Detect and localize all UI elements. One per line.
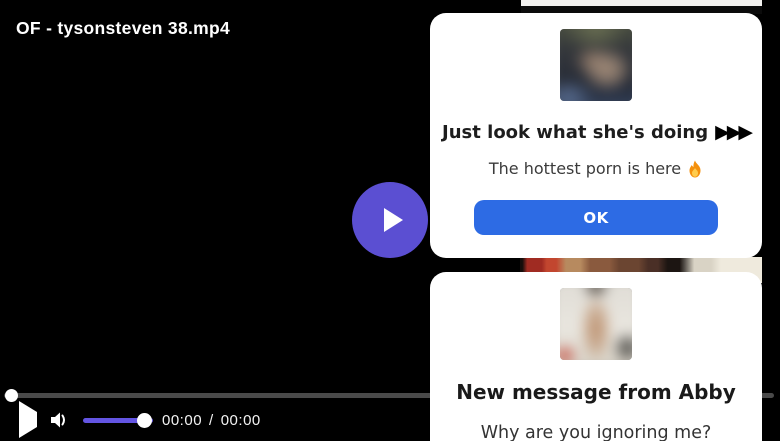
popup-headline: New message from Abby bbox=[456, 380, 736, 404]
popup-headline: Just look what she's doing ▶▶▶ bbox=[430, 121, 762, 144]
seek-thumb[interactable] bbox=[5, 389, 18, 402]
ad-popup-offer[interactable]: Just look what she's doing ▶▶▶ The hotte… bbox=[430, 13, 762, 258]
popup-body: Why are you ignoring me? bbox=[480, 423, 712, 441]
ok-button[interactable]: OK bbox=[474, 200, 718, 235]
duration: 00:00 bbox=[220, 412, 261, 429]
popup-subtitle: The hottest porn is here bbox=[430, 159, 762, 179]
volume-button[interactable] bbox=[49, 410, 71, 430]
time-separator: / bbox=[209, 412, 214, 429]
volume-thumb[interactable] bbox=[137, 413, 152, 428]
thumbnail-image-placeholder bbox=[560, 29, 632, 101]
video-page: OF - tysonsteven 38.mp4 00:00 / 00:00 Ju… bbox=[0, 0, 780, 441]
time-display: 00:00 / 00:00 bbox=[162, 412, 261, 429]
background-image-fragment-top bbox=[521, 0, 762, 14]
play-button[interactable] bbox=[15, 400, 39, 438]
speaker-icon bbox=[49, 412, 71, 433]
play-icon bbox=[384, 208, 403, 232]
popup-subtitle-text: The hottest porn is here bbox=[488, 159, 682, 178]
popup-thumbnail[interactable] bbox=[560, 29, 632, 101]
fire-emoji-icon bbox=[687, 160, 703, 178]
ad-popup-message[interactable]: New message from Abby Why are you ignori… bbox=[430, 272, 762, 441]
thumbnail-image-placeholder bbox=[560, 288, 632, 360]
popup-headline-text: Just look what she's doing bbox=[442, 122, 709, 143]
play-icon bbox=[19, 400, 37, 438]
popup-thumbnail[interactable] bbox=[560, 288, 632, 360]
video-title: OF - tysonsteven 38.mp4 bbox=[16, 18, 231, 38]
current-time: 00:00 bbox=[162, 412, 203, 429]
triple-arrow-icon: ▶▶▶ bbox=[715, 121, 753, 143]
big-play-button[interactable] bbox=[352, 182, 428, 258]
